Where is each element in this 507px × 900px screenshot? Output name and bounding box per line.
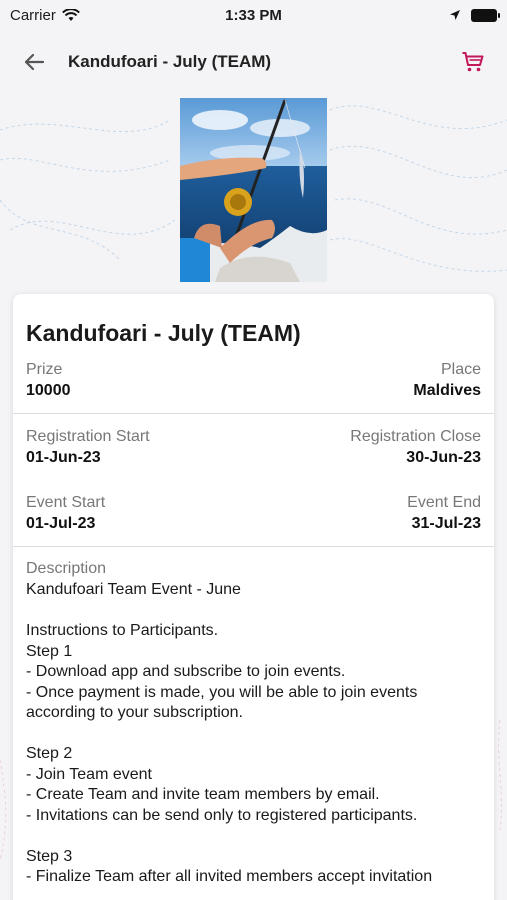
nav-bar: Kandufoari - July (TEAM) [0, 40, 507, 84]
divider [13, 413, 494, 414]
place-value: Maldives [413, 382, 481, 399]
description-label: Description [26, 560, 107, 577]
event-image [180, 98, 327, 282]
status-time: 1:33 PM [225, 6, 282, 24]
status-bar: Carrier 1:33 PM [0, 0, 507, 30]
event-details-card: Kandufoari - July (TEAM) Prize 10000 Pla… [13, 294, 494, 900]
cart-icon [462, 52, 484, 72]
registration-start-label: Registration Start [26, 428, 150, 445]
event-start-label: Event Start [26, 494, 106, 511]
event-title: Kandufoari - July (TEAM) [26, 320, 301, 346]
event-start-value: 01-Jul-23 [26, 515, 96, 532]
prize-label: Prize [26, 361, 63, 378]
place-label: Place [440, 361, 481, 378]
prize-value: 10000 [26, 382, 71, 399]
divider [13, 546, 494, 547]
registration-row: Registration Start 01-Jun-23 Registratio… [26, 427, 481, 468]
cart-button[interactable] [449, 44, 485, 80]
back-button[interactable] [22, 44, 58, 80]
registration-start-value: 01-Jun-23 [26, 449, 101, 466]
arrow-left-icon [24, 53, 45, 71]
prize-place-row: Prize 10000 Place Maldives [26, 360, 481, 401]
battery-icon [471, 8, 500, 22]
registration-close-label: Registration Close [350, 428, 481, 445]
registration-close-value: 30-Jun-23 [406, 449, 481, 466]
description-text: Kandufoari Team Event - June Instruction… [26, 581, 433, 885]
event-end-label: Event End [407, 494, 481, 511]
event-end-value: 31-Jul-23 [411, 515, 481, 532]
event-dates-row: Event Start 01-Jul-23 Event End 31-Jul-2… [26, 493, 481, 534]
page-title: Kandufoari - July (TEAM) [68, 52, 272, 71]
